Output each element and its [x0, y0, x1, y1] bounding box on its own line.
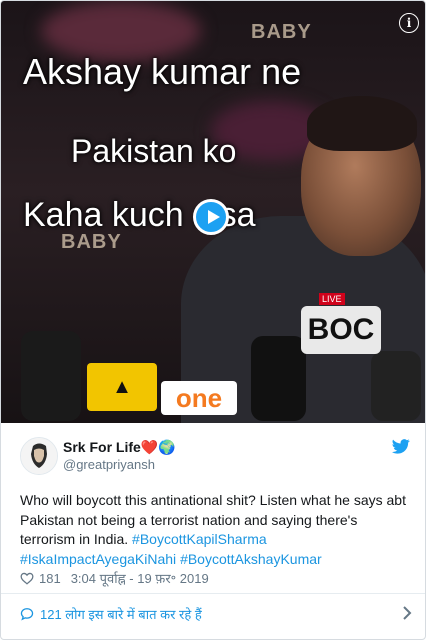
- hashtag-link[interactable]: #BoycottKapilSharma: [132, 531, 267, 547]
- avatar[interactable]: [20, 437, 58, 475]
- author-handle[interactable]: @greatpriyansh: [63, 457, 155, 472]
- tweet-body: Who will boycott this antinational shit?…: [20, 491, 412, 569]
- hashtag-link[interactable]: #IskaImpactAyegaKiNahi: [20, 551, 176, 567]
- microphone: [251, 336, 306, 421]
- info-icon[interactable]: i: [399, 13, 419, 33]
- chevron-right-icon[interactable]: [402, 605, 412, 621]
- caption-line-1: Akshay kumar ne: [23, 51, 302, 92]
- tweet-author: Srk For Life❤️🌍 @greatpriyansh: [20, 437, 410, 477]
- like-count[interactable]: 181: [39, 571, 61, 586]
- background-logo: BABY: [251, 21, 312, 43]
- twitter-bird-icon[interactable]: [392, 439, 410, 454]
- microphone: [21, 331, 81, 421]
- divider: [1, 593, 425, 594]
- reply-bubble-icon: [20, 608, 34, 621]
- channel-mic-flag: ▲: [87, 363, 157, 411]
- timestamp[interactable]: 3:04 पूर्वाह्न - 19 फ़र॰ 2019: [71, 569, 209, 587]
- tweet-card: BABY BABY ▲ one BOC LIVE Akshay kumar ne…: [0, 0, 426, 640]
- caption-line-2: Pakistan ko: [71, 133, 237, 169]
- play-icon[interactable]: [193, 199, 229, 235]
- microphone: [371, 351, 421, 421]
- channel-mic-flag-one: one: [161, 381, 237, 415]
- hashtag-link[interactable]: #BoycottAkshayKumar: [180, 551, 322, 567]
- tweet-meta: 181 3:04 पूर्वाह्न - 19 फ़र॰ 2019: [20, 570, 209, 586]
- heart-icon[interactable]: [20, 572, 34, 585]
- conversation-label: 121 लोग इस बारे में बात कर रहे हैं: [40, 607, 202, 622]
- channel-mic-flag-boc: BOC: [301, 306, 381, 354]
- conversation-link[interactable]: 121 लोग इस बारे में बात कर रहे हैं: [20, 601, 412, 627]
- live-label: LIVE: [319, 293, 345, 305]
- video-thumbnail[interactable]: BABY BABY ▲ one BOC LIVE Akshay kumar ne…: [1, 1, 425, 423]
- author-name[interactable]: Srk For Life❤️🌍: [63, 439, 176, 456]
